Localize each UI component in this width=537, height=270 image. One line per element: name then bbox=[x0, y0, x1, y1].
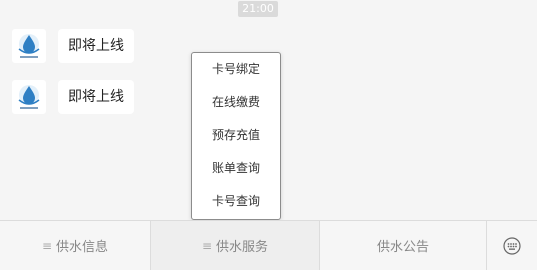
tab-label: 供水信息 bbox=[56, 240, 109, 255]
menu-item-card-binding[interactable]: 卡号绑定 bbox=[192, 53, 280, 86]
tab-water-info[interactable]: ≡ 供水信息 bbox=[0, 221, 151, 270]
tab-label: 供水公告 bbox=[376, 240, 429, 255]
menu-item-online-payment[interactable]: 在线缴费 bbox=[192, 86, 280, 119]
service-popup-menu: 卡号绑定 在线缴费 预存充值 账单查询 卡号查询 bbox=[191, 52, 281, 220]
avatar[interactable] bbox=[12, 29, 46, 63]
message-bubble: 即将上线 bbox=[58, 29, 134, 63]
message-row: 即将上线 bbox=[12, 80, 134, 114]
message-row: 即将上线 bbox=[12, 29, 134, 63]
menu-item-prepaid-recharge[interactable]: 预存充值 bbox=[192, 119, 280, 152]
keyboard-icon bbox=[503, 236, 521, 255]
tab-label: 供水服务 bbox=[216, 240, 269, 255]
tab-water-service[interactable]: ≡ 供水服务 bbox=[151, 221, 320, 270]
menu-lines-icon: ≡ bbox=[41, 238, 53, 253]
water-drop-logo-icon bbox=[18, 34, 40, 58]
tab-water-announcement[interactable]: 供水公告 bbox=[320, 221, 487, 270]
menu-item-card-query[interactable]: 卡号查询 bbox=[192, 185, 280, 218]
bottom-menu-bar: ≡ 供水信息 ≡ 供水服务 供水公告 bbox=[0, 220, 537, 270]
water-drop-logo-icon bbox=[18, 85, 40, 109]
keyboard-toggle-button[interactable] bbox=[487, 221, 537, 270]
message-bubble: 即将上线 bbox=[58, 80, 134, 114]
menu-item-bill-query[interactable]: 账单查询 bbox=[192, 152, 280, 185]
menu-lines-icon: ≡ bbox=[201, 238, 213, 253]
avatar[interactable] bbox=[12, 80, 46, 114]
chat-timestamp: 21:00 bbox=[238, 1, 278, 17]
